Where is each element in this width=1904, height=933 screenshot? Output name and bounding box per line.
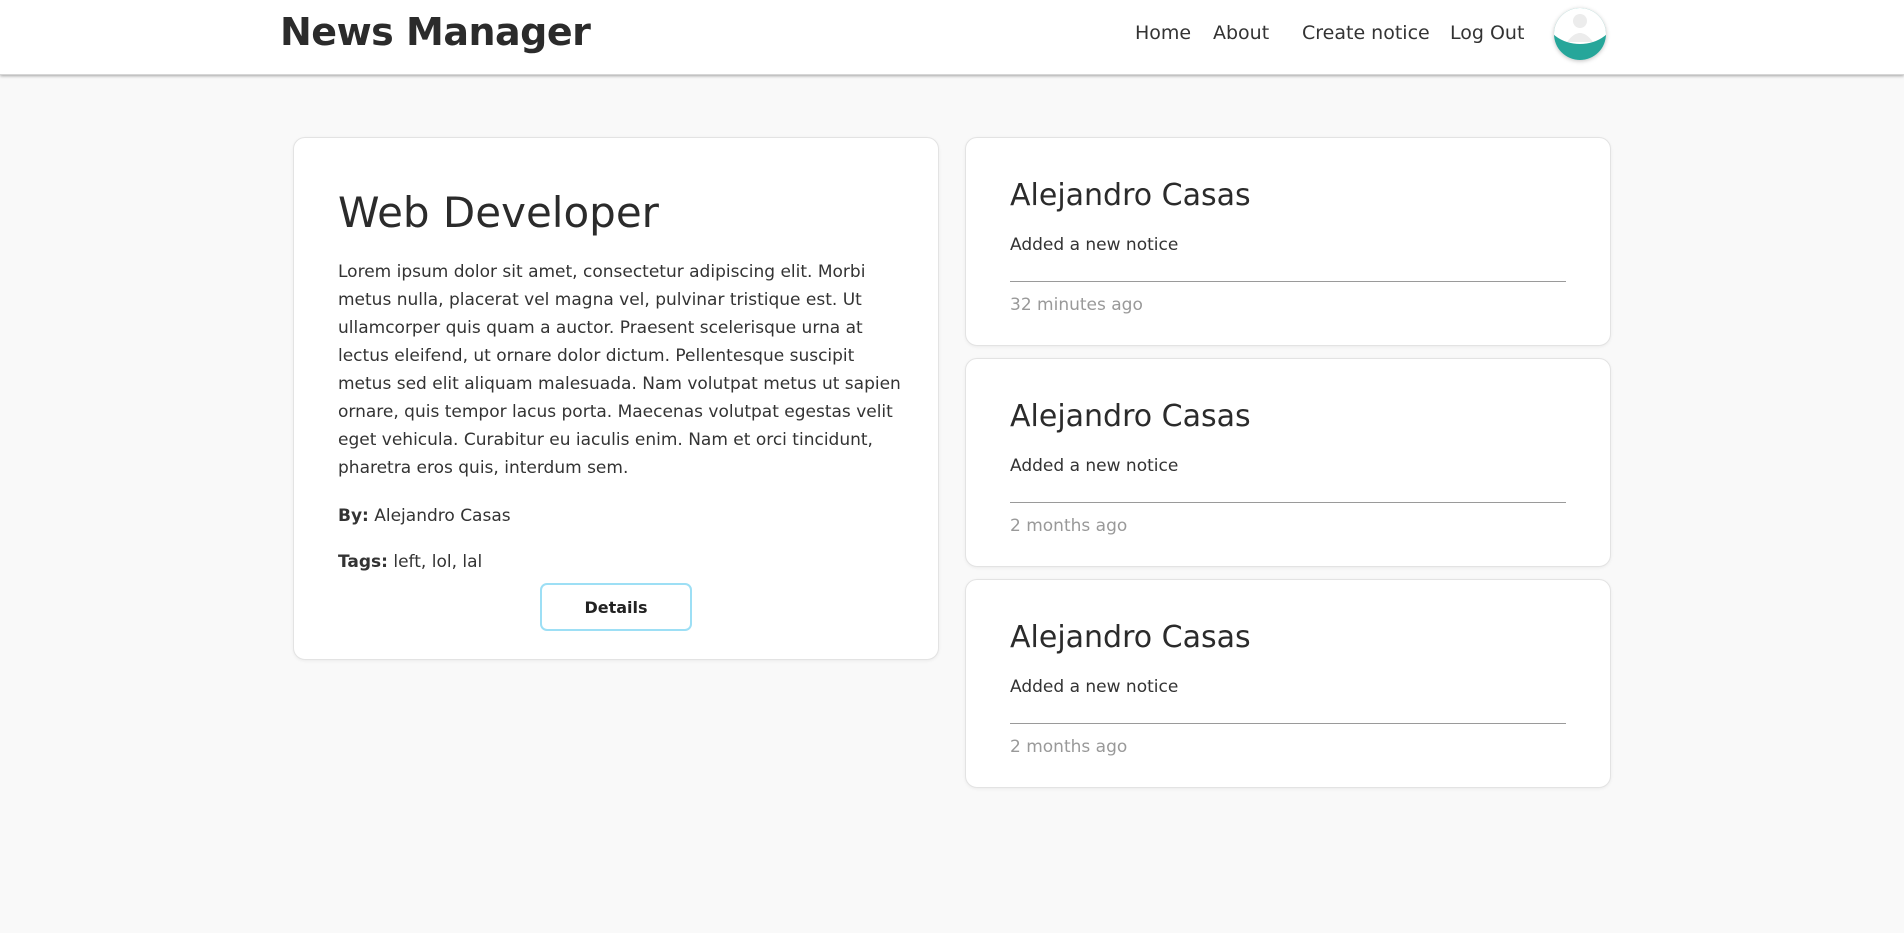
activity-user-name: Alejandro Casas	[1010, 399, 1251, 434]
notice-tags: Tags: left, lol, lal	[338, 552, 482, 572]
notice-body: Lorem ipsum dolor sit amet, consectetur …	[338, 262, 901, 478]
nav-link-home[interactable]: Home	[1135, 22, 1191, 44]
author-value: Alejandro Casas	[374, 506, 511, 526]
top-navbar: News Manager Home About Create notice Lo…	[0, 0, 1904, 75]
author-label: By:	[338, 506, 369, 526]
activity-timestamp: 32 minutes ago	[1010, 295, 1143, 315]
activity-card: Alejandro Casas Added a new notice 2 mon…	[965, 579, 1611, 788]
details-button[interactable]: Details	[540, 583, 692, 631]
brand-title[interactable]: News Manager	[280, 10, 591, 54]
nav-link-log-out[interactable]: Log Out	[1450, 22, 1524, 44]
activity-user-name: Alejandro Casas	[1010, 178, 1251, 213]
activity-divider	[1010, 281, 1566, 282]
activity-user-name: Alejandro Casas	[1010, 620, 1251, 655]
activity-card: Alejandro Casas Added a new notice 32 mi…	[965, 137, 1611, 346]
activity-timestamp: 2 months ago	[1010, 516, 1128, 536]
notice-card: Web Developer Lorem ipsum dolor sit amet…	[293, 137, 939, 660]
activity-action: Added a new notice	[1010, 235, 1179, 255]
activity-action: Added a new notice	[1010, 677, 1179, 697]
avatar-silhouette-icon	[1554, 8, 1606, 60]
nav-link-create-notice[interactable]: Create notice	[1302, 22, 1430, 44]
activity-divider	[1010, 723, 1566, 724]
notice-title: Web Developer	[338, 188, 659, 237]
activity-divider	[1010, 502, 1566, 503]
tags-value: left, lol, lal	[393, 552, 483, 572]
activity-card: Alejandro Casas Added a new notice 2 mon…	[965, 358, 1611, 567]
notice-author: By: Alejandro Casas	[338, 506, 511, 526]
activity-action: Added a new notice	[1010, 456, 1179, 476]
nav-link-about[interactable]: About	[1213, 22, 1269, 44]
tags-label: Tags:	[338, 552, 388, 572]
user-avatar-icon[interactable]	[1554, 8, 1606, 60]
activity-timestamp: 2 months ago	[1010, 737, 1128, 757]
